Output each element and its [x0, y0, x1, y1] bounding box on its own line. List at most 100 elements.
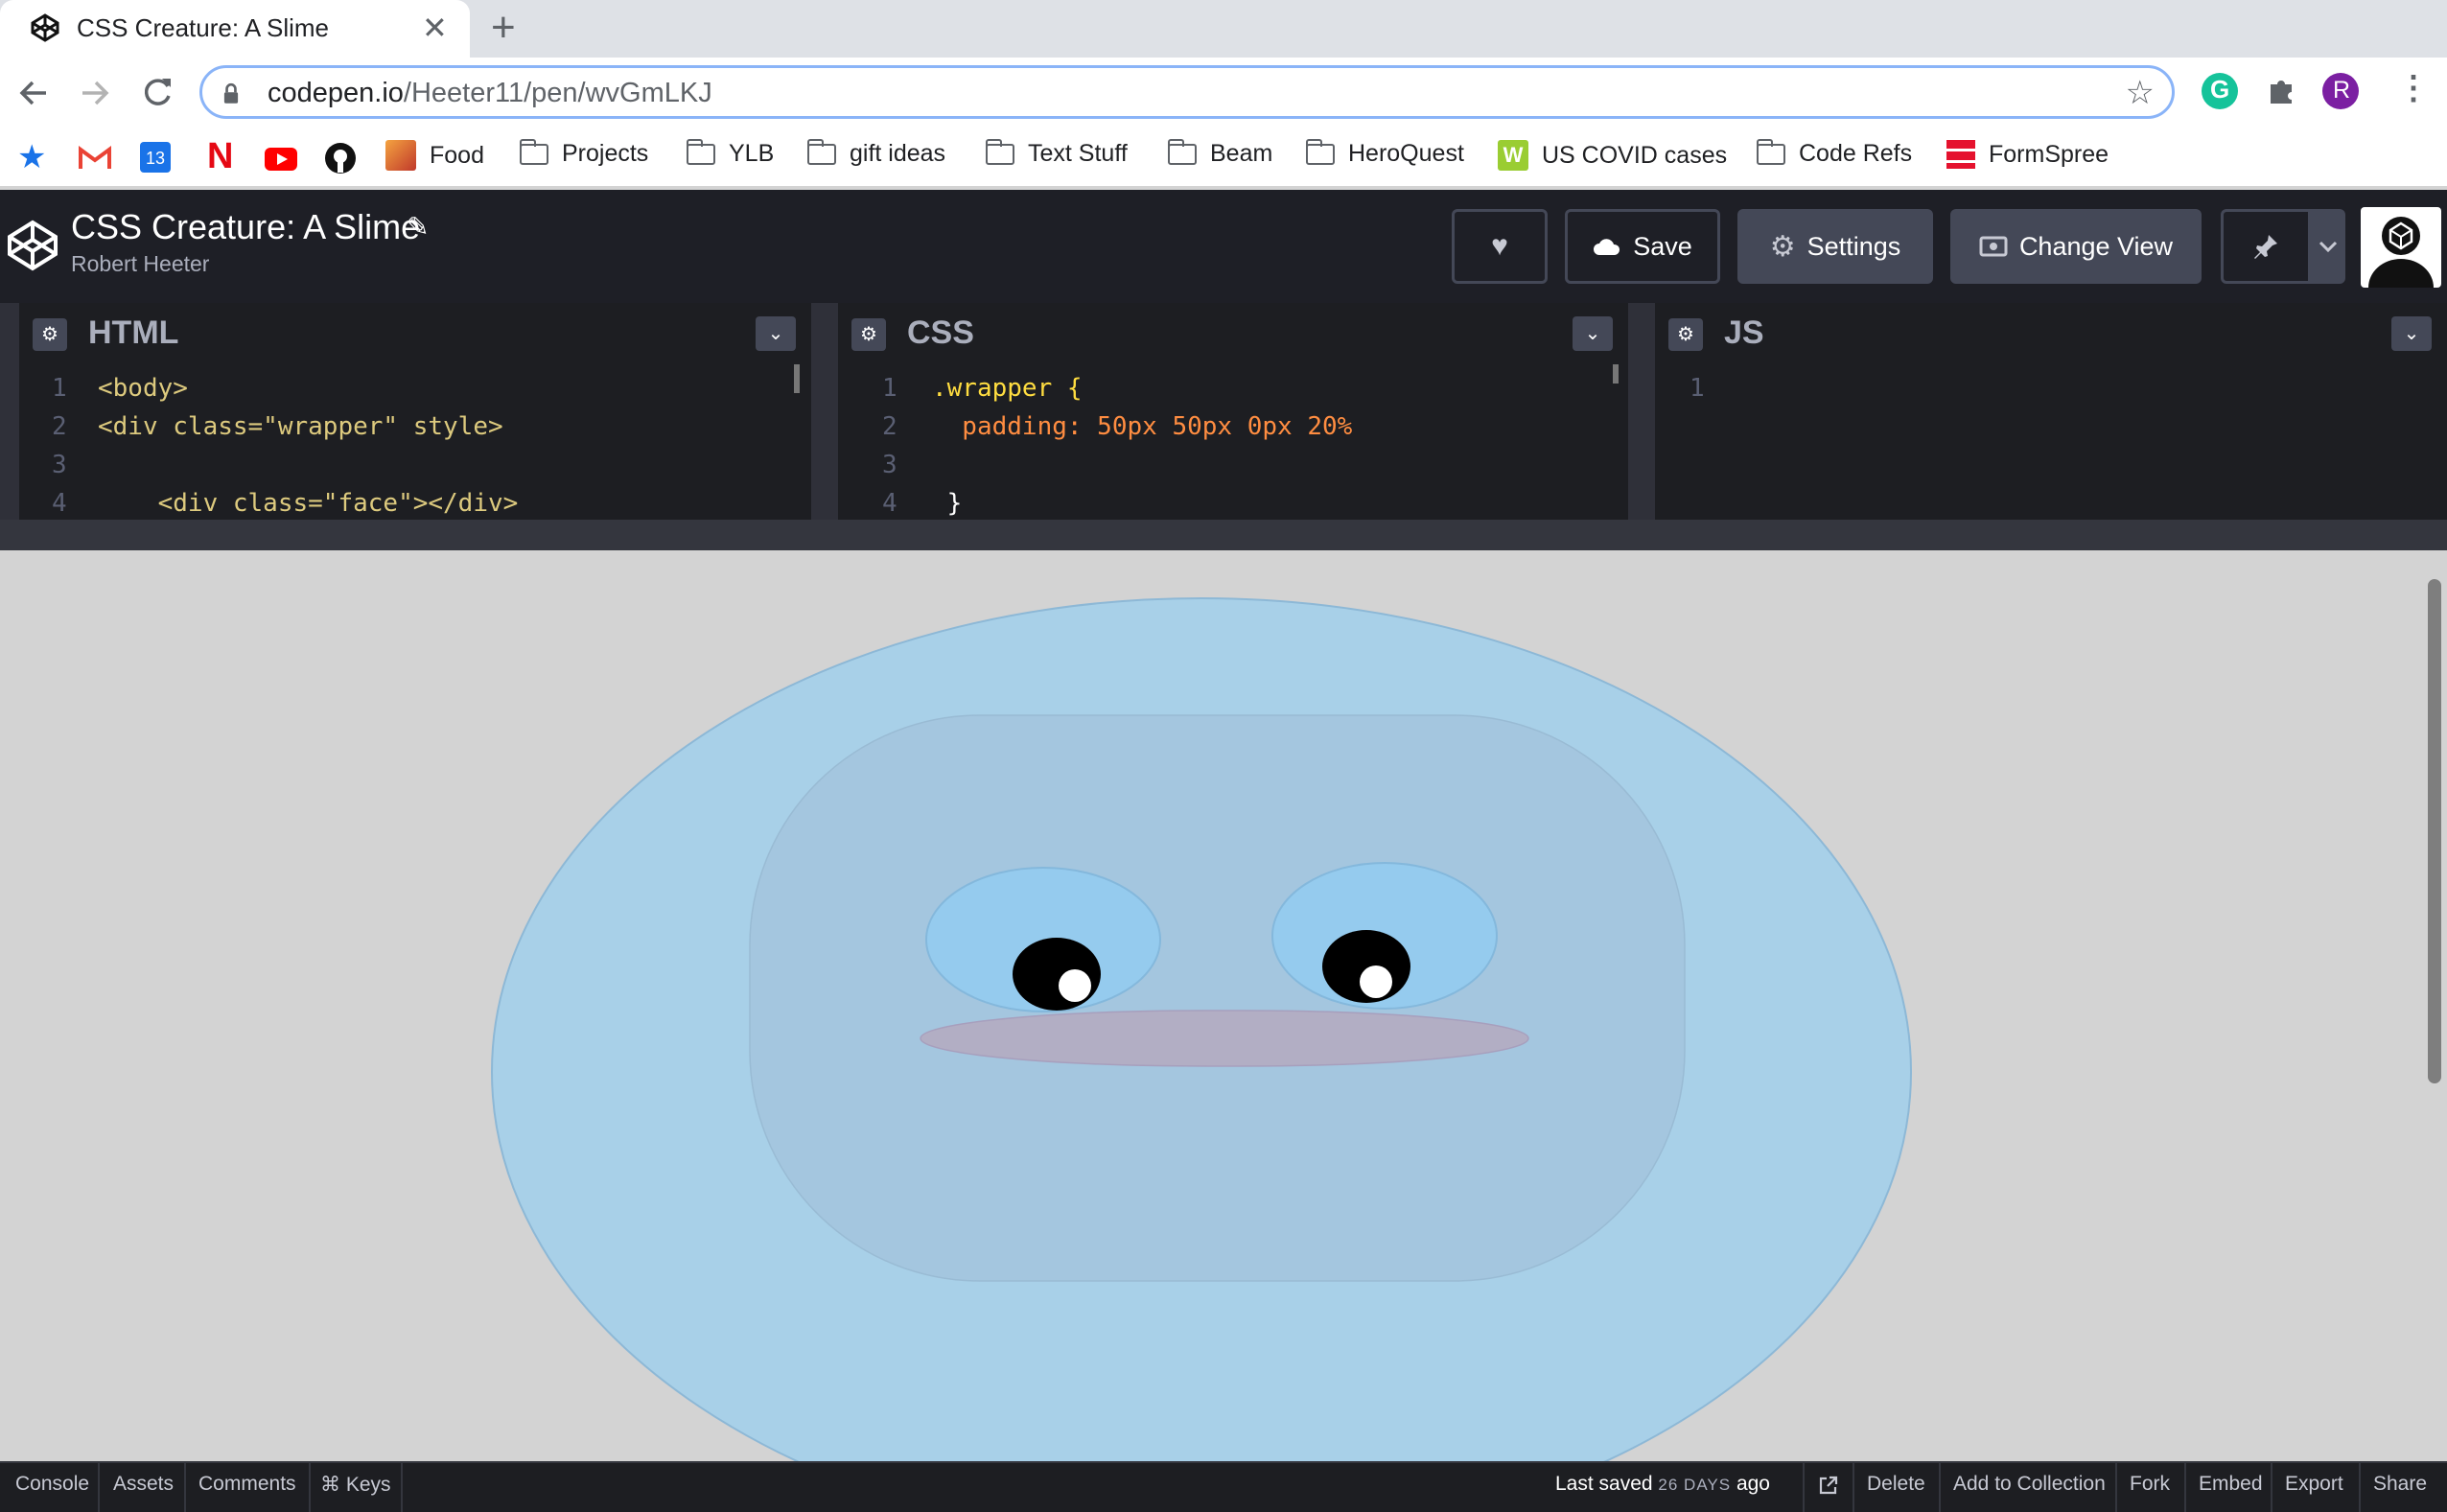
reload-icon[interactable] [140, 75, 175, 109]
js-editor-header: ⚙ JS ⌄ [1655, 303, 2447, 364]
food-favicon-icon [385, 140, 416, 171]
eye-view-icon [1979, 236, 2008, 257]
extensions-puzzle-icon[interactable] [2265, 75, 2297, 107]
change-view-button[interactable]: Change View [1950, 209, 2202, 284]
user-avatar[interactable] [2361, 207, 2441, 288]
bookmark-code-refs[interactable]: Code Refs [1757, 138, 1913, 168]
open-external-icon[interactable] [1818, 1475, 1839, 1496]
html-editor-scrollbar[interactable] [794, 364, 800, 393]
bookmark-label: Beam [1210, 140, 1273, 167]
bookmark-food[interactable]: Food [385, 140, 484, 171]
delete-button[interactable]: Delete [1867, 1473, 1925, 1496]
preview-resize-bar[interactable] [0, 520, 2447, 550]
netflix-icon[interactable]: N [207, 136, 233, 177]
js-code-area[interactable]: 1 [1655, 364, 2447, 520]
folder-icon [807, 138, 836, 165]
keys-button[interactable]: ⌘ Keys [320, 1473, 391, 1497]
bookmark-heroquest[interactable]: HeroQuest [1306, 138, 1464, 168]
like-button[interactable]: ♥ [1452, 209, 1548, 284]
line-number: 2 [52, 412, 67, 441]
github-icon[interactable] [324, 142, 357, 174]
assets-button[interactable]: Assets [113, 1473, 174, 1496]
bookmark-us-covid-cases[interactable]: W US COVID cases [1498, 140, 1727, 171]
folder-icon [520, 138, 548, 165]
formspree-favicon-icon [1946, 140, 1975, 169]
html-code-area[interactable]: 1 <body> 2 <div class="wrapper" style> 3… [19, 364, 811, 520]
code-line: } [932, 489, 963, 518]
folder-icon [986, 138, 1014, 165]
gmail-icon[interactable] [79, 146, 111, 171]
profile-initial: R [2333, 77, 2351, 104]
bookmark-label: YLB [729, 140, 775, 167]
result-preview[interactable] [0, 550, 2447, 1461]
tab-title: CSS Creature: A Slime [77, 13, 329, 42]
fork-button[interactable]: Fork [2130, 1473, 2170, 1496]
preview-scrollbar[interactable] [2428, 579, 2441, 1083]
slime-face [749, 714, 1686, 1282]
slime-mouth [920, 1010, 1529, 1067]
bookmark-label: Code Refs [1799, 140, 1913, 167]
browser-tab[interactable]: CSS Creature: A Slime ✕ [0, 0, 470, 58]
folder-icon [1168, 138, 1197, 165]
edit-title-pencil-icon[interactable]: ✎ [407, 211, 429, 243]
chrome-menu-icon[interactable]: ⋮ [2397, 69, 2430, 107]
js-settings-gear-icon[interactable]: ⚙ [1668, 318, 1703, 351]
footer-separator [184, 1461, 186, 1512]
url-host: codepen.io [268, 78, 404, 108]
bookmark-star-icon[interactable]: ☆ [2126, 74, 2155, 112]
codepen-logo-icon[interactable] [6, 219, 59, 272]
css-js-resizer[interactable] [1628, 303, 1655, 520]
html-editor-title: HTML [88, 314, 179, 351]
html-collapse-chevron-icon[interactable]: ⌄ [756, 316, 796, 351]
pen-title[interactable]: CSS Creature: A Slime [71, 207, 420, 247]
html-css-resizer[interactable] [811, 303, 838, 520]
css-editor-scrollbar[interactable] [1613, 364, 1619, 384]
css-settings-gear-icon[interactable]: ⚙ [851, 318, 886, 351]
address-bar[interactable]: codepen.io/Heeter11/pen/wvGmLKJ ☆ [199, 65, 2175, 119]
html-settings-gear-icon[interactable]: ⚙ [33, 318, 67, 351]
bookmark-gift-ideas[interactable]: gift ideas [807, 138, 945, 168]
forward-arrow-icon[interactable] [79, 77, 111, 109]
bookmark-label: Food [430, 141, 484, 169]
bookmark-label: US COVID cases [1542, 141, 1728, 169]
bookmark-label: FormSpree [1989, 140, 2109, 168]
embed-button[interactable]: Embed [2199, 1473, 2263, 1496]
chevron-down-icon [2319, 241, 2338, 252]
share-button[interactable]: Share [2373, 1473, 2427, 1496]
pin-dropdown-button[interactable] [2311, 209, 2345, 284]
new-tab-icon[interactable]: + [491, 4, 516, 52]
css-code-area[interactable]: 1 .wrapper { 2 padding: 50px 50px 0px 20… [838, 364, 1628, 520]
bookmark-ylb[interactable]: YLB [687, 138, 775, 168]
grammarly-letter: G [2210, 75, 2230, 104]
google-calendar-icon[interactable]: 13 [140, 142, 171, 173]
slime-left-pupil [1013, 938, 1101, 1011]
css-editor-pane: ⚙ CSS ⌄ 1 .wrapper { 2 padding: 50px 50p… [838, 303, 1628, 520]
line-number: 1 [882, 374, 897, 403]
bookmark-beam[interactable]: Beam [1168, 138, 1273, 168]
star-bookmark-icon[interactable]: ★ [17, 138, 46, 176]
comments-button[interactable]: Comments [198, 1473, 296, 1496]
slime-creature [491, 597, 1912, 1461]
js-collapse-chevron-icon[interactable]: ⌄ [2391, 316, 2432, 351]
js-editor-title: JS [1724, 314, 1764, 351]
cloud-icon [1594, 239, 1620, 255]
bookmark-projects[interactable]: Projects [520, 138, 648, 168]
add-to-collection-button[interactable]: Add to Collection [1953, 1473, 2106, 1496]
bookmark-label: HeroQuest [1348, 140, 1464, 167]
close-tab-icon[interactable]: ✕ [422, 10, 448, 46]
settings-button[interactable]: ⚙ Settings [1737, 209, 1933, 284]
console-button[interactable]: Console [15, 1473, 89, 1496]
back-arrow-icon[interactable] [17, 77, 50, 109]
bookmark-formspree[interactable]: FormSpree [1946, 140, 2109, 169]
js-editor-pane: ⚙ JS ⌄ 1 [1655, 303, 2447, 520]
footer-separator [1803, 1461, 1805, 1512]
settings-label: Settings [1806, 231, 1901, 261]
code-line: padding: 50px 50px 0px 20% [932, 412, 1353, 441]
line-number: 3 [882, 451, 897, 479]
pen-author[interactable]: Robert Heeter [71, 251, 209, 277]
save-button[interactable]: Save [1565, 209, 1720, 284]
bookmark-text-stuff[interactable]: Text Stuff [986, 138, 1128, 168]
pin-button[interactable] [2221, 209, 2311, 284]
export-button[interactable]: Export [2285, 1473, 2343, 1496]
css-collapse-chevron-icon[interactable]: ⌄ [1573, 316, 1613, 351]
